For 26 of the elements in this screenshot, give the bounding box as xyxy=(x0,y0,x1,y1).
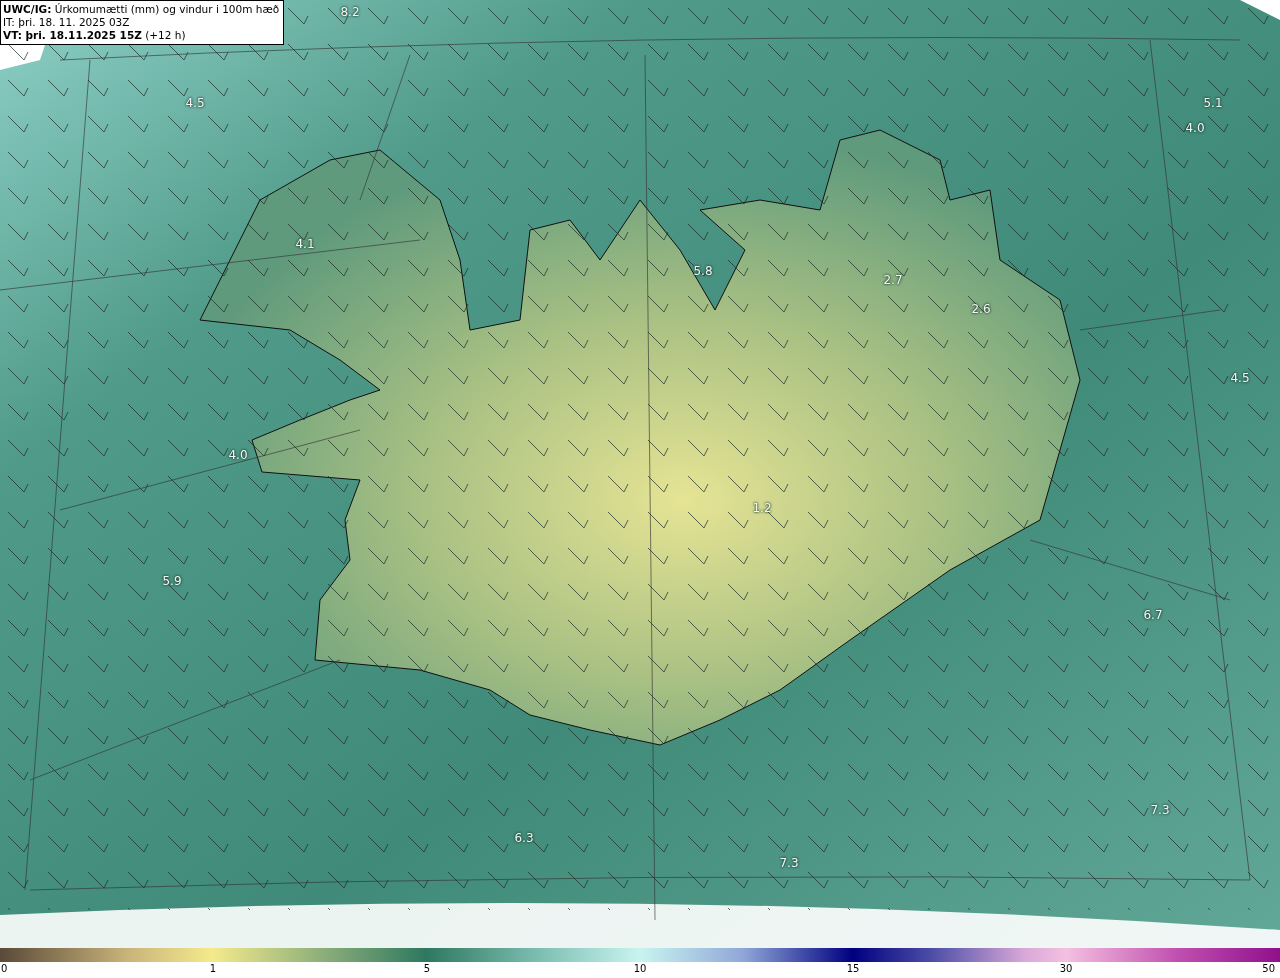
value-label: 8.2 xyxy=(340,5,360,19)
scale-tick-label: 30 xyxy=(1059,963,1073,974)
value-label: 2.7 xyxy=(883,273,903,287)
title-line: UWC/IG: Úrkomumætti (mm) og vindur i 100m hæð xyxy=(3,3,280,16)
value-label: 2.6 xyxy=(971,302,991,316)
value-label: 6.7 xyxy=(1143,608,1163,622)
scale-tick-label: 10 xyxy=(633,963,647,974)
value-label: 7.3 xyxy=(1150,803,1170,817)
value-label: 6.3 xyxy=(514,831,534,845)
value-label: 4.1 xyxy=(295,237,315,251)
scale-tick-label: 5 xyxy=(423,963,431,974)
value-label: 5.1 xyxy=(1203,96,1223,110)
value-label: 4.0 xyxy=(228,448,248,462)
scale-tick-label: 0 xyxy=(1,963,8,974)
value-label: 1.2 xyxy=(752,501,772,515)
scale-tick-label: 15 xyxy=(846,963,860,974)
value-label: 5.8 xyxy=(693,264,713,278)
value-label: 4.5 xyxy=(1230,371,1250,385)
value-label: 7.3 xyxy=(779,856,799,870)
title-line: VT: þri. 18.11.2025 15Z (+12 h) xyxy=(3,29,187,42)
value-label: 4.5 xyxy=(185,96,205,110)
scale-tick-label: 1 xyxy=(209,963,217,974)
title-line: IT: þri. 18. 11. 2025 03Z xyxy=(3,16,131,29)
value-label: 4.0 xyxy=(1185,121,1205,135)
value-label: 5.9 xyxy=(162,574,182,588)
scale-tick-label: 50 xyxy=(1262,963,1275,974)
